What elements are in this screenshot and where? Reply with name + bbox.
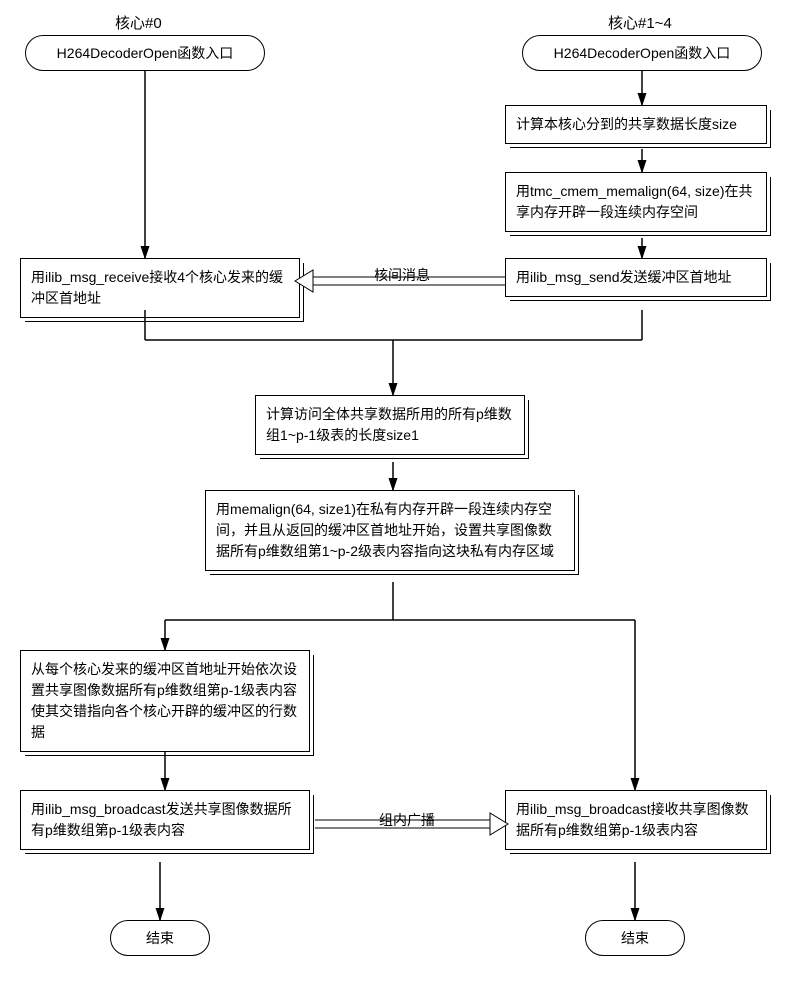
broadcast-label: 组内广播: [375, 810, 439, 830]
core14-send-text: 用ilib_msg_send发送缓冲区首地址: [516, 269, 732, 285]
memalign-process: 用memalign(64, size1)在私有内存开辟一段连续内存空间，并且从返…: [205, 490, 575, 571]
core14-cmem-text: 用tmc_cmem_memalign(64, size)在共享内存开辟一段连续内…: [516, 183, 753, 220]
calc-size1-process: 计算访问全体共享数据所用的所有p维数组1~p-1级表的长度size1: [255, 395, 525, 455]
core14-end-terminal: 结束: [585, 920, 685, 956]
core0-header-label: 核心#0: [115, 12, 162, 33]
intercore-msg-label: 核间消息: [370, 265, 434, 285]
core14-calcsize-process: 计算本核心分到的共享数据长度size: [505, 105, 767, 144]
core0-entry-terminal: H264DecoderOpen函数入口: [25, 35, 265, 71]
memalign-text: 用memalign(64, size1)在私有内存开辟一段连续内存空间，并且从返…: [216, 501, 554, 559]
calc-size1-text: 计算访问全体共享数据所用的所有p维数组1~p-1级表的长度size1: [266, 406, 512, 443]
core14-cmem-process: 用tmc_cmem_memalign(64, size)在共享内存开辟一段连续内…: [505, 172, 767, 232]
interleave-process: 从每个核心发来的缓冲区首地址开始依次设置共享图像数据所有p维数组第p-1级表内容…: [20, 650, 310, 752]
core0-receive-text: 用ilib_msg_receive接收4个核心发来的缓冲区首地址: [31, 269, 283, 306]
core14-entry-text: H264DecoderOpen函数入口: [554, 43, 731, 63]
broadcast-send-process: 用ilib_msg_broadcast发送共享图像数据所有p维数组第p-1级表内…: [20, 790, 310, 850]
core14-send-process: 用ilib_msg_send发送缓冲区首地址: [505, 258, 767, 297]
core1-4-header-label: 核心#1~4: [608, 12, 672, 33]
broadcast-send-text: 用ilib_msg_broadcast发送共享图像数据所有p维数组第p-1级表内…: [31, 801, 292, 838]
core0-end-terminal: 结束: [110, 920, 210, 956]
broadcast-recv-process: 用ilib_msg_broadcast接收共享图像数据所有p维数组第p-1级表内…: [505, 790, 767, 850]
core0-receive-process: 用ilib_msg_receive接收4个核心发来的缓冲区首地址: [20, 258, 300, 318]
core0-end-text: 结束: [146, 928, 174, 948]
interleave-text: 从每个核心发来的缓冲区首地址开始依次设置共享图像数据所有p维数组第p-1级表内容…: [31, 661, 297, 740]
core14-entry-terminal: H264DecoderOpen函数入口: [522, 35, 762, 71]
broadcast-recv-text: 用ilib_msg_broadcast接收共享图像数据所有p维数组第p-1级表内…: [516, 801, 749, 838]
core14-end-text: 结束: [621, 928, 649, 948]
core0-entry-text: H264DecoderOpen函数入口: [57, 43, 234, 63]
core14-calcsize-text: 计算本核心分到的共享数据长度size: [516, 116, 737, 132]
